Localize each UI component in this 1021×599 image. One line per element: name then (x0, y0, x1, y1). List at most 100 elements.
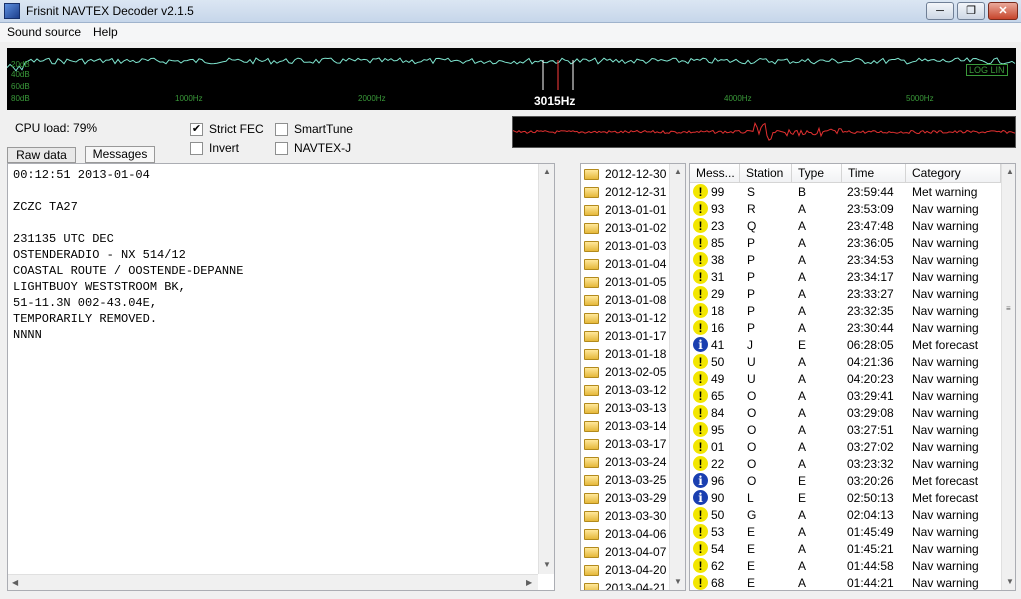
scroll-up-icon[interactable]: ▲ (1006, 167, 1014, 176)
message-number: 99 (711, 185, 725, 199)
column-header-type[interactable]: Type (792, 164, 842, 183)
message-category: Met forecast (912, 474, 979, 488)
message-row[interactable]: ! 53 E A 01:45:49 Nav warning (690, 524, 1000, 541)
checkbox-box[interactable] (275, 141, 288, 155)
date-folder-item[interactable]: 2013-01-04 (584, 255, 666, 273)
vertical-scrollbar[interactable]: ▲ ▼ (538, 164, 554, 574)
column-header-category[interactable]: Category (906, 164, 1001, 183)
date-folder-item[interactable]: 2013-04-20 (584, 561, 666, 579)
message-row[interactable]: ! 50 U A 04:21:36 Nav warning (690, 354, 1000, 371)
message-row[interactable]: ! 68 E A 01:44:21 Nav warning (690, 575, 1000, 590)
checkbox-box[interactable] (190, 141, 203, 155)
message-row[interactable]: ! 65 O A 03:29:41 Nav warning (690, 388, 1000, 405)
message-row[interactable]: ! 99 S B 23:59:44 Met warning (690, 184, 1000, 201)
station: E (747, 525, 756, 539)
message-list[interactable]: Mess... Station Type Time Category ! 99 S B… (689, 163, 1016, 591)
message-category: Nav warning (912, 321, 979, 335)
scroll-left-icon[interactable]: ◀ (12, 578, 18, 587)
column-header-time[interactable]: Time (842, 164, 906, 183)
message-row[interactable]: ! 01 O A 03:27:02 Nav warning (690, 439, 1000, 456)
message-type: A (798, 508, 807, 522)
scroll-right-icon[interactable]: ▶ (526, 578, 532, 587)
date-folder-item[interactable]: 2013-03-29 (584, 489, 666, 507)
message-number: 62 (711, 559, 725, 573)
message-row[interactable]: ! 50 G A 02:04:13 Nav warning (690, 507, 1000, 524)
message-row[interactable]: ! 22 O A 03:23:32 Nav warning (690, 456, 1000, 473)
scroll-down-icon[interactable]: ▼ (674, 577, 682, 586)
message-row[interactable]: ! 62 E A 01:44:58 Nav warning (690, 558, 1000, 575)
date-folder-item[interactable]: 2013-03-25 (584, 471, 666, 489)
message-row[interactable]: ! 31 P A 23:34:17 Nav warning (690, 269, 1000, 286)
column-header-station[interactable]: Station (740, 164, 792, 183)
message-row[interactable]: ! 38 P A 23:34:53 Nav warning (690, 252, 1000, 269)
message-row[interactable]: ! 93 R A 23:53:09 Nav warning (690, 201, 1000, 218)
column-header-message[interactable]: Mess... (690, 164, 740, 183)
message-category: Nav warning (912, 202, 979, 216)
message-row[interactable]: ! 16 P A 23:30:44 Nav warning (690, 320, 1000, 337)
message-row[interactable]: ! 49 U A 04:20:23 Nav warning (690, 371, 1000, 388)
message-type: A (798, 525, 807, 539)
message-type: A (798, 542, 807, 556)
date-folder-item[interactable]: 2013-03-24 (584, 453, 666, 471)
date-folder-item[interactable]: 2013-01-05 (584, 273, 666, 291)
message-time: 23:53:09 (847, 202, 894, 216)
scroll-grip-icon[interactable]: ≡ (1006, 304, 1011, 313)
horizontal-scrollbar[interactable]: ◀ ▶ (8, 574, 538, 590)
message-row[interactable]: ! 18 P A 23:32:35 Nav warning (690, 303, 1000, 320)
invert-checkbox[interactable]: Invert (190, 141, 239, 155)
date-folder-item[interactable]: 2013-04-06 (584, 525, 666, 543)
date-folder-item[interactable]: 2013-01-01 (584, 201, 666, 219)
minimize-button[interactable]: ─ (926, 2, 954, 20)
checkbox-box[interactable]: ✔ (190, 122, 203, 136)
spectrum-display[interactable]: 20dB 40dB 60dB 80dB 1000Hz 2000Hz 4000Hz… (7, 48, 1016, 110)
date-folder-item[interactable]: 2013-01-03 (584, 237, 666, 255)
message-row[interactable]: ! 54 E A 01:45:21 Nav warning (690, 541, 1000, 558)
scroll-down-icon[interactable]: ▼ (1006, 577, 1014, 586)
date-folder-item[interactable]: 2013-04-07 (584, 543, 666, 561)
date-list-scrollbar[interactable]: ▲ ▼ (669, 164, 685, 590)
scroll-down-icon[interactable]: ▼ (543, 560, 551, 569)
log-lin-toggle[interactable]: LOG LIN (966, 64, 1008, 76)
date-folder-item[interactable]: 2013-03-14 (584, 417, 666, 435)
scroll-up-icon[interactable]: ▲ (674, 167, 682, 176)
warning-icon: ! (693, 218, 708, 233)
date-folder-item[interactable]: 2012-12-31 (584, 183, 666, 201)
date-folder-item[interactable]: 2013-02-05 (584, 363, 666, 381)
scroll-up-icon[interactable]: ▲ (543, 167, 551, 176)
date-folder-item[interactable]: 2013-01-17 (584, 327, 666, 345)
message-row[interactable]: ! 84 O A 03:29:08 Nav warning (690, 405, 1000, 422)
app-icon[interactable] (4, 3, 20, 19)
strict-fec-checkbox[interactable]: ✔ Strict FEC (190, 122, 264, 136)
date-folder-item[interactable]: 2013-04-21 (584, 579, 667, 591)
message-row[interactable]: i 90 L E 02:50:13 Met forecast (690, 490, 1000, 507)
message-row[interactable]: ! 23 Q A 23:47:48 Nav warning (690, 218, 1000, 235)
menu-sound-source[interactable]: Sound source (7, 25, 81, 39)
date-folder-item[interactable]: 2013-01-02 (584, 219, 666, 237)
tab-messages[interactable]: Messages (85, 146, 155, 163)
date-folder-item[interactable]: 2013-03-17 (584, 435, 666, 453)
date-folder-item[interactable]: 2013-01-18 (584, 345, 666, 363)
tab-raw-data[interactable]: Raw data (7, 147, 76, 163)
date-folder-item[interactable]: 2013-03-13 (584, 399, 666, 417)
smarttune-checkbox[interactable]: SmartTune (275, 122, 353, 136)
message-row[interactable]: ! 29 P A 23:33:27 Nav warning (690, 286, 1000, 303)
message-list-scrollbar[interactable]: ▲ ≡ ▼ (1001, 164, 1015, 590)
date-folder-item[interactable]: 2013-03-30 (584, 507, 666, 525)
date-folder-list[interactable]: 2012-12-30 2012-12-31 2013-01-01 2013-01-02… (580, 163, 686, 591)
menu-help[interactable]: Help (93, 25, 118, 39)
message-row[interactable]: ! 85 P A 23:36:05 Nav warning (690, 235, 1000, 252)
date-folder-item[interactable]: 2013-03-12 (584, 381, 666, 399)
message-text-panel[interactable]: 00:12:51 2013-01-04 ZCZC TA27 231135 UTC… (7, 163, 555, 591)
message-row[interactable]: ! 95 O A 03:27:51 Nav warning (690, 422, 1000, 439)
message-row[interactable]: i 96 O E 03:20:26 Met forecast (690, 473, 1000, 490)
message-number: 50 (711, 508, 725, 522)
message-row[interactable]: i 41 J E 06:28:05 Met forecast (690, 337, 1000, 354)
close-button[interactable]: ✕ (988, 2, 1018, 20)
maximize-button[interactable]: ❐ (957, 2, 985, 20)
date-label: 2013-04-21 (605, 581, 667, 591)
date-folder-item[interactable]: 2012-12-30 (584, 165, 666, 183)
checkbox-box[interactable] (275, 122, 288, 136)
date-folder-item[interactable]: 2013-01-12 (584, 309, 666, 327)
navtex-j-checkbox[interactable]: NAVTEX-J (275, 141, 351, 155)
date-folder-item[interactable]: 2013-01-08 (584, 291, 666, 309)
